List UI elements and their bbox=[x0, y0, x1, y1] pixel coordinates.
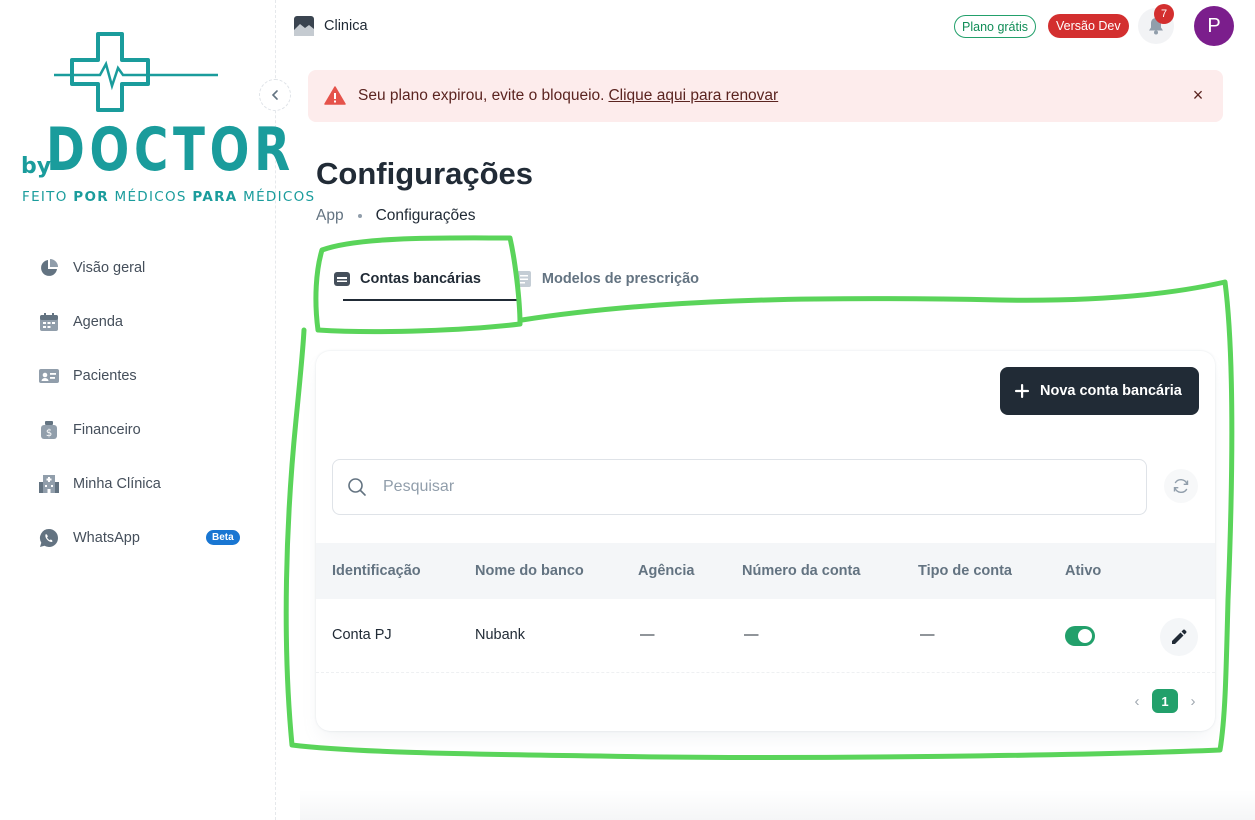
tagline-part: MÉDICOS bbox=[108, 189, 193, 205]
sidebar-item-label: Financeiro bbox=[73, 422, 141, 438]
next-page-button[interactable]: › bbox=[1180, 689, 1206, 713]
avatar[interactable]: P bbox=[1194, 6, 1234, 46]
plan-badge[interactable]: Plano grátis bbox=[954, 15, 1037, 38]
brand-logo[interactable]: by DOCTOR FEITO POR MÉDICOS PARA MÉDICOS bbox=[18, 28, 314, 218]
tagline-part: MÉDICOS bbox=[237, 189, 316, 205]
tab-contas-bancarias[interactable]: Contas bancárias bbox=[333, 262, 519, 301]
cell-numero-da-conta: — bbox=[744, 627, 759, 643]
calendar-icon bbox=[38, 311, 60, 333]
tagline-part: FEITO bbox=[22, 189, 74, 205]
sidebar-collapse-button[interactable] bbox=[259, 79, 291, 111]
sidebar-item-minha-clinica[interactable]: Minha Clínica bbox=[24, 464, 252, 504]
sidebar-item-label: Minha Clínica bbox=[73, 476, 161, 492]
tab-label: Contas bancárias bbox=[360, 271, 481, 287]
new-bank-account-button[interactable]: Nova conta bancária bbox=[1000, 367, 1199, 415]
sidebar-item-whatsapp[interactable]: WhatsApp Beta bbox=[24, 518, 252, 558]
pie-chart-icon bbox=[38, 257, 60, 279]
bank-icon bbox=[333, 270, 351, 288]
breadcrumb-item-current: Configurações bbox=[375, 207, 476, 224]
tagline-part: PARA bbox=[192, 189, 238, 205]
version-badge: Versão Dev bbox=[1048, 14, 1129, 38]
building-icon bbox=[38, 473, 60, 495]
breadcrumb-separator bbox=[357, 214, 362, 218]
close-icon[interactable]: × bbox=[1187, 84, 1209, 106]
tab-label: Modelos de prescrição bbox=[541, 271, 700, 287]
search-icon bbox=[348, 478, 366, 496]
sidebar-item-financeiro[interactable]: $ Financeiro bbox=[24, 410, 252, 450]
breadcrumb-item-app[interactable]: App bbox=[316, 207, 344, 225]
breadcrumb: App Configurações bbox=[316, 207, 476, 225]
warning-icon bbox=[324, 86, 346, 105]
column-header-nome-do-banco[interactable]: Nome do banco bbox=[475, 563, 584, 579]
column-header-tipo-de-conta[interactable]: Tipo de conta bbox=[918, 563, 1012, 579]
toggle-knob bbox=[1078, 629, 1092, 643]
pagination: ‹ 1 › bbox=[1124, 689, 1206, 713]
sidebar-nav: Visão geral Agenda Pacientes $ Financeir… bbox=[24, 248, 252, 572]
clinic-name: Clinica bbox=[324, 18, 368, 34]
topbar: Clinica Plano grátis Versão Dev 7 P bbox=[276, 0, 1255, 52]
medical-cross-logo-icon bbox=[54, 32, 218, 112]
edit-button[interactable] bbox=[1160, 618, 1198, 656]
page-title: Configurações bbox=[316, 156, 534, 191]
table-header: Identificação Nome do banco Agência Núme… bbox=[316, 543, 1215, 599]
sidebar-item-pacientes[interactable]: Pacientes bbox=[24, 356, 252, 396]
column-header-ativo[interactable]: Ativo bbox=[1065, 563, 1101, 579]
notification-count-badge: 7 bbox=[1154, 4, 1174, 24]
active-toggle[interactable] bbox=[1065, 626, 1095, 646]
table-row[interactable]: Conta PJ Nubank — — — bbox=[316, 599, 1215, 673]
cell-nome-do-banco: Nubank bbox=[475, 627, 525, 643]
pencil-icon bbox=[1172, 629, 1187, 644]
clinic-selector[interactable]: Clinica bbox=[294, 16, 368, 36]
cell-agencia: — bbox=[640, 627, 655, 643]
alert-message: Seu plano expirou, evite o bloqueio. bbox=[358, 87, 605, 104]
column-header-agencia[interactable]: Agência bbox=[638, 563, 694, 579]
sidebar-item-label: Visão geral bbox=[73, 260, 146, 276]
sidebar-item-label: Agenda bbox=[73, 314, 123, 330]
beta-badge: Beta bbox=[206, 530, 240, 545]
tab-modelos-de-prescricao[interactable]: Modelos de prescrição bbox=[515, 262, 699, 296]
brand-tagline: FEITO POR MÉDICOS PARA MÉDICOS bbox=[22, 189, 315, 205]
clinic-logo-icon bbox=[294, 16, 314, 36]
sidebar-item-label: WhatsApp bbox=[73, 530, 140, 546]
page-button-current[interactable]: 1 bbox=[1152, 689, 1178, 713]
chevron-left-icon bbox=[271, 90, 278, 100]
sidebar-item-label: Pacientes bbox=[73, 368, 137, 384]
whatsapp-icon bbox=[38, 527, 60, 549]
renew-link[interactable]: Clique aqui para renovar bbox=[608, 87, 778, 105]
tabs: Contas bancárias Modelos de prescrição bbox=[333, 262, 733, 304]
bottom-shadow bbox=[300, 790, 1255, 820]
refresh-button[interactable] bbox=[1164, 469, 1198, 503]
tagline-part: POR bbox=[73, 189, 109, 205]
search-field[interactable] bbox=[332, 459, 1147, 515]
column-header-identificacao[interactable]: Identificação bbox=[332, 563, 421, 579]
document-icon bbox=[515, 270, 533, 288]
refresh-icon bbox=[1173, 478, 1189, 494]
plus-icon bbox=[1015, 384, 1029, 398]
sidebar: by DOCTOR FEITO POR MÉDICOS PARA MÉDICOS… bbox=[0, 0, 314, 820]
cell-identificacao: Conta PJ bbox=[332, 627, 392, 643]
button-label: Nova conta bancária bbox=[1040, 383, 1182, 399]
search-input[interactable] bbox=[383, 478, 1083, 496]
sidebar-item-visao-geral[interactable]: Visão geral bbox=[24, 248, 252, 288]
plan-expired-alert: Seu plano expirou, evite o bloqueio. Cli… bbox=[308, 70, 1223, 122]
prev-page-button[interactable]: ‹ bbox=[1124, 689, 1150, 713]
sidebar-item-agenda[interactable]: Agenda bbox=[24, 302, 252, 342]
cell-tipo-de-conta: — bbox=[920, 627, 935, 643]
column-header-numero-da-conta[interactable]: Número da conta bbox=[742, 563, 860, 579]
svg-text:$: $ bbox=[46, 428, 52, 439]
brand-name: DOCTOR bbox=[46, 115, 295, 185]
money-bag-icon: $ bbox=[38, 419, 60, 441]
id-card-icon bbox=[38, 365, 60, 387]
bank-accounts-card: Nova conta bancária Identificação Nome d… bbox=[316, 351, 1215, 731]
